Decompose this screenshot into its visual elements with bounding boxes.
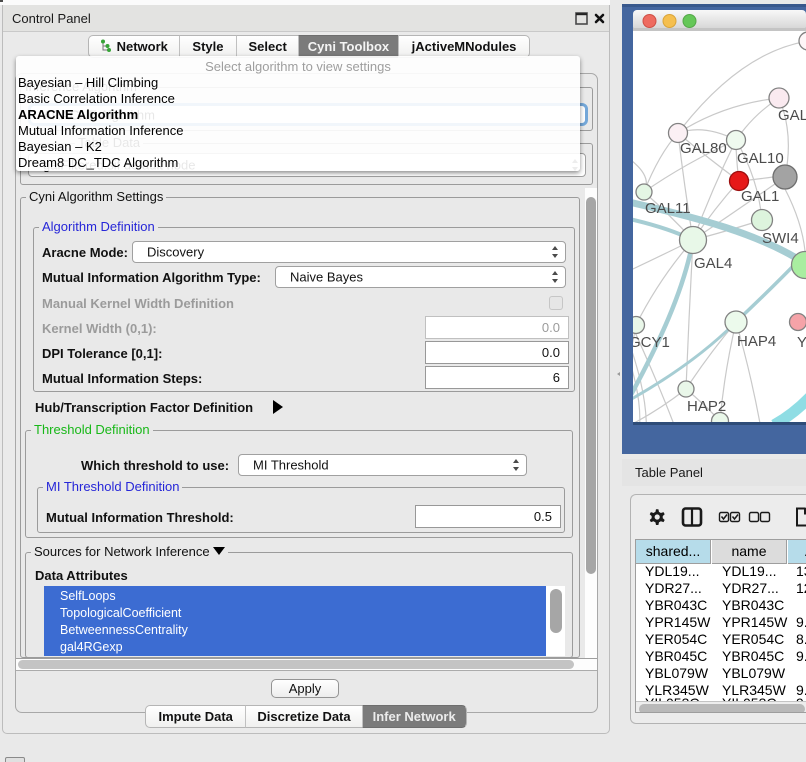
svg-text:HAP4: HAP4 xyxy=(737,333,776,350)
svg-text:GAL10: GAL10 xyxy=(737,150,784,167)
svg-text:GAL11: GAL11 xyxy=(645,200,691,217)
svg-text:HAP2: HAP2 xyxy=(687,398,726,415)
svg-text:GAL80: GAL80 xyxy=(680,140,727,157)
svg-text:GAL4: GAL4 xyxy=(694,255,732,272)
svg-text:GAL1: GAL1 xyxy=(741,188,779,205)
svg-text:GAL7: GAL7 xyxy=(778,107,806,124)
svg-text:Y: Y xyxy=(797,334,806,351)
svg-text:GCY1: GCY1 xyxy=(629,334,670,351)
svg-text:SWI4: SWI4 xyxy=(762,230,799,247)
